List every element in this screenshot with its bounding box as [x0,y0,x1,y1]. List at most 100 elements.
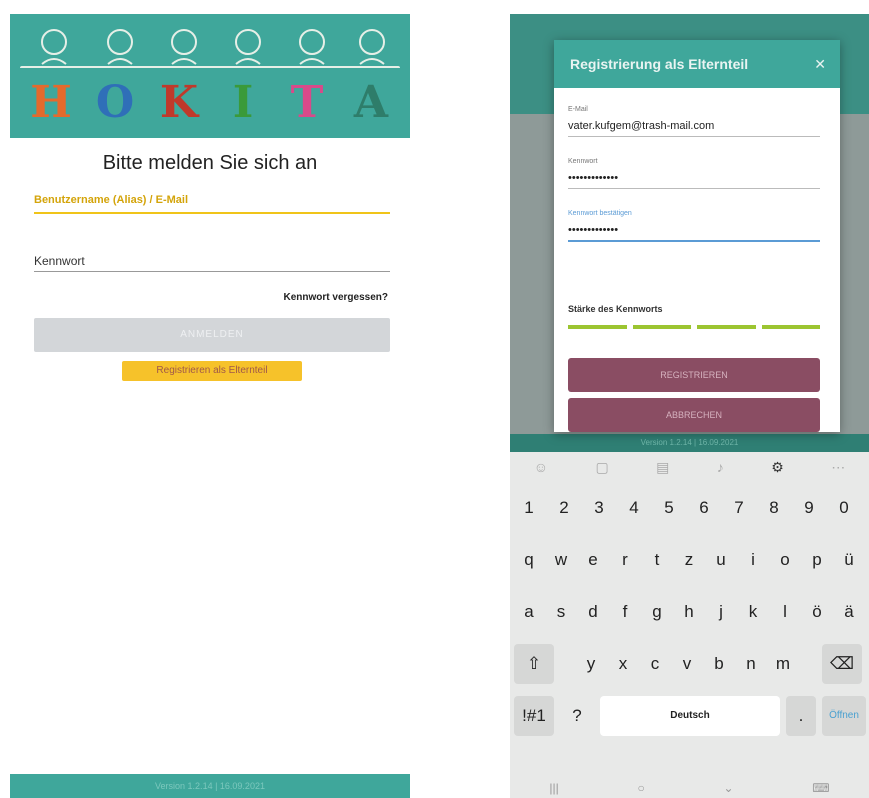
key-0[interactable]: 0 [829,488,859,528]
key-n[interactable]: n [736,644,766,684]
space-bar[interactable]: Deutsch [600,696,780,736]
logo-letter: H [30,77,72,128]
strength-segment [697,325,756,329]
key-3[interactable]: 3 [584,488,614,528]
username-input[interactable] [34,212,390,214]
key-o[interactable]: o [770,540,800,580]
version-footer: Version 1.2.14 | 16.09.2021 [10,774,410,798]
key-j[interactable]: j [706,592,736,632]
strength-segment [632,325,691,329]
on-screen-keyboard: ☺ ▢ ▤ ♪ ⚙ ⋯ 1234567890 qwertzuiopü asdfghj… [510,452,869,798]
password-input[interactable] [34,271,390,272]
period-key[interactable]: . [786,696,816,736]
key-8[interactable]: 8 [759,488,789,528]
logo-letter: A [353,77,389,128]
key-f[interactable]: f [610,592,640,632]
password-strength-label: Stärke des Kennworts [568,304,663,314]
key-ü[interactable]: ü [834,540,864,580]
clipboard-icon[interactable]: ▤ [656,459,669,476]
key-4[interactable]: 4 [619,488,649,528]
forgot-password-link[interactable]: Kennwort vergessen? [284,292,388,303]
key-b[interactable]: b [704,644,734,684]
key-m[interactable]: m [768,644,798,684]
key-9[interactable]: 9 [794,488,824,528]
strength-segment [761,325,820,329]
emoji-icon[interactable]: ☺ [534,459,548,475]
logo-letter: O [95,77,135,128]
system-nav-bar: ||| ○ ⌄ ⌨ [510,778,869,798]
key-h[interactable]: h [674,592,704,632]
register-as-parent-button[interactable]: Registrieren als Elternteil [122,361,302,381]
more-icon[interactable]: ⋯ [831,459,845,476]
password-field-label: Kennwort [34,254,85,268]
password-underline [568,188,820,189]
backspace-key[interactable]: ⌫ [822,644,862,684]
key-ö[interactable]: ö [802,592,832,632]
key-w[interactable]: w [546,540,576,580]
register-button[interactable]: REGISTRIEREN [568,358,820,392]
key-u[interactable]: u [706,540,736,580]
key-a[interactable]: a [514,592,544,632]
key-i[interactable]: i [738,540,768,580]
page-title: Bitte melden Sie sich an [102,152,318,174]
login-button[interactable]: ANMELDEN [34,318,390,352]
key-y[interactable]: y [576,644,606,684]
key-2[interactable]: 2 [549,488,579,528]
register-dialog: Registrierung als Elternteil ✕ E-Mail va… [554,40,840,432]
key-q[interactable]: q [514,540,544,580]
key-6[interactable]: 6 [689,488,719,528]
key-r[interactable]: r [610,540,640,580]
key-1[interactable]: 1 [514,488,544,528]
back-icon[interactable]: ⌄ [723,781,733,795]
key-t[interactable]: t [642,540,672,580]
email-label: E-Mail [568,106,588,113]
child-drawing-icon [98,24,142,76]
email-field[interactable]: vater.kufgem@trash-mail.com [568,120,714,132]
question-key[interactable]: ? [562,696,592,736]
symbols-key[interactable]: !#1 [514,696,554,736]
key-v[interactable]: v [672,644,702,684]
key-k[interactable]: k [738,592,768,632]
microphone-icon[interactable]: ♪ [717,459,724,475]
hokita-banner: H O K I T A [10,14,410,138]
background-footer: Version 1.2.14 | 16.09.2021 [510,434,869,452]
key-5[interactable]: 5 [654,488,684,528]
key-g[interactable]: g [642,592,672,632]
logo-letter: T [290,77,324,128]
recent-apps-icon[interactable]: ||| [549,781,558,795]
child-drawing-icon [32,24,76,76]
confirm-password-field[interactable]: ••••••••••••• [568,224,618,236]
password-label: Kennwort [568,158,598,165]
email-underline [568,136,820,137]
password-field[interactable]: ••••••••••••• [568,172,618,184]
child-drawing-icon [350,24,394,76]
register-screen: Version 1.2.14 | 16.09.2021 Registrierun… [510,14,869,798]
key-7[interactable]: 7 [724,488,754,528]
sticker-icon[interactable]: ▢ [595,459,608,476]
key-d[interactable]: d [578,592,608,632]
key-l[interactable]: l [770,592,800,632]
dialog-title: Registrierung als Elternteil [570,56,749,72]
banner-chain [20,66,400,70]
home-icon[interactable]: ○ [637,781,644,795]
strength-segment [568,325,627,329]
logo-letter: I [232,77,254,128]
key-x[interactable]: x [608,644,638,684]
username-field-label: Benutzername (Alias) / E-Mail [34,194,189,206]
login-screen: H O K I T A Bitte melden Sie sich an Ben… [10,14,410,798]
close-icon[interactable]: ✕ [814,40,826,88]
shift-key[interactable]: ⇧ [514,644,554,684]
gear-icon[interactable]: ⚙ [771,459,784,476]
enter-key[interactable]: Öffnen [822,696,866,736]
keyboard-toolbar: ☺ ▢ ▤ ♪ ⚙ ⋯ [510,452,869,482]
key-p[interactable]: p [802,540,832,580]
key-s[interactable]: s [546,592,576,632]
key-ä[interactable]: ä [834,592,864,632]
child-drawing-icon [162,24,206,76]
key-c[interactable]: c [640,644,670,684]
child-drawing-icon [226,24,270,76]
key-z[interactable]: z [674,540,704,580]
key-e[interactable]: e [578,540,608,580]
cancel-button[interactable]: ABBRECHEN [568,398,820,432]
keyboard-switch-icon[interactable]: ⌨ [812,781,829,795]
